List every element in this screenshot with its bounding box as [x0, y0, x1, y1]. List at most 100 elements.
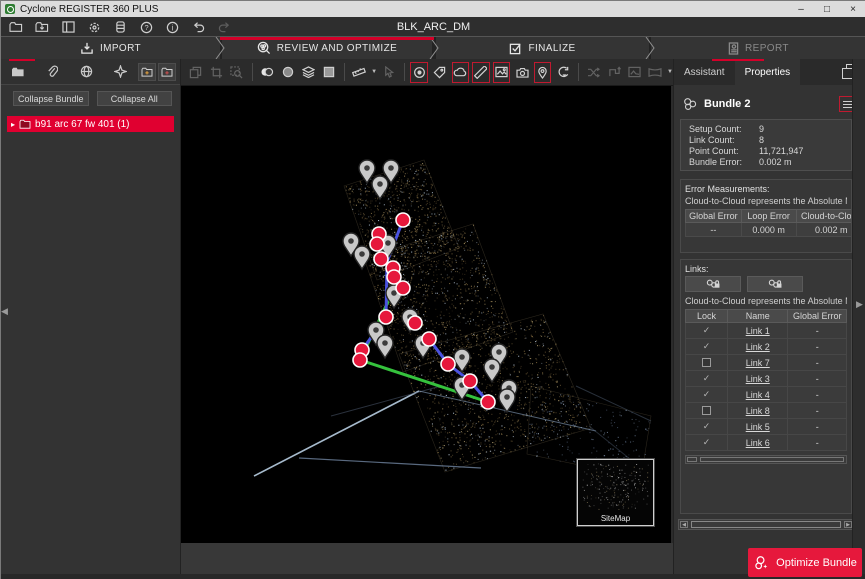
setup-marker[interactable] [379, 310, 393, 324]
close-button[interactable]: × [840, 1, 865, 17]
target-pin-icon[interactable] [372, 176, 388, 199]
setup-marker[interactable] [422, 332, 436, 346]
setup-marker[interactable] [370, 237, 384, 251]
select-cursor-icon[interactable] [380, 62, 398, 83]
import-project-icon[interactable] [31, 18, 53, 36]
link-global-error: - [788, 419, 847, 435]
tags-tab-spark-icon[interactable] [103, 59, 137, 85]
link-name[interactable]: Link 5 [746, 422, 770, 432]
help-icon[interactable]: ? [135, 18, 157, 36]
setup-marker[interactable] [396, 281, 410, 295]
field-value: 9 [759, 124, 764, 134]
lock-checkbox[interactable] [702, 358, 711, 367]
setup-marker[interactable] [353, 353, 367, 367]
lock-checkbox[interactable] [702, 406, 711, 415]
shuffle-links-icon[interactable] [585, 62, 603, 83]
setup-marker[interactable] [408, 316, 422, 330]
storage-icon[interactable] [109, 18, 131, 36]
link-name[interactable]: Link 6 [746, 438, 770, 448]
settings-gear-icon[interactable] [83, 18, 105, 36]
expand-arrow-icon[interactable]: ▸ [11, 120, 15, 129]
target-pin-icon[interactable] [484, 359, 500, 382]
scroll-left-arrow-icon[interactable]: ◀ [680, 521, 688, 528]
zoom-region-icon[interactable] [228, 62, 246, 83]
add-folder-alt-icon[interactable] [158, 63, 176, 81]
lock-check-icon[interactable]: ✓ [703, 389, 711, 400]
window-bottom-strip [1, 574, 865, 579]
setup-marker[interactable] [441, 357, 455, 371]
target-pin-icon[interactable] [377, 335, 393, 358]
camera-icon[interactable] [513, 62, 531, 83]
lock-check-icon[interactable]: ✓ [703, 421, 711, 432]
path-icon[interactable] [605, 62, 623, 83]
point-colors-icon[interactable] [259, 62, 277, 83]
unlock-links-button[interactable] [747, 276, 803, 292]
setup-marker[interactable] [463, 374, 477, 388]
workflow-step-import[interactable]: IMPORT [1, 37, 220, 59]
bundle-tree-item[interactable]: ▸ b91 arc 67 fw 401 (1) [7, 116, 174, 132]
collapse-left-panel-arrow-icon[interactable]: ◀ [1, 306, 8, 317]
add-folder-icon[interactable] [138, 63, 156, 81]
sitemap-overlay[interactable]: SiteMap [577, 459, 654, 526]
link-name[interactable]: Link 7 [746, 358, 770, 368]
panorama-icon[interactable] [646, 62, 664, 83]
workflow-step-finalize[interactable]: FINALIZE [436, 37, 649, 59]
link-name[interactable]: Link 8 [746, 406, 770, 416]
target-pin-icon[interactable] [454, 349, 470, 372]
about-icon[interactable]: i [161, 18, 183, 36]
manage-panels-icon[interactable] [57, 18, 79, 36]
image-frame-icon[interactable] [626, 62, 644, 83]
measure-dropdown-icon[interactable]: ▼ [371, 69, 377, 75]
attachments-tab-paperclip-icon[interactable] [35, 59, 69, 85]
measure-tool-icon[interactable] [351, 62, 369, 83]
undo-icon[interactable] [187, 18, 209, 36]
labels-tag-icon[interactable] [431, 62, 449, 83]
tab-assistant[interactable]: Assistant [674, 59, 735, 85]
panel-horizontal-scrollbar[interactable]: ◀ ▶ [678, 519, 854, 530]
optimize-bundle-button[interactable]: Optimize Bundle [748, 548, 862, 577]
minimize-button[interactable]: – [788, 1, 814, 17]
link-name[interactable]: Link 2 [746, 342, 770, 352]
link-name[interactable]: Link 3 [746, 374, 770, 384]
link-name[interactable]: Link 4 [746, 390, 770, 400]
open-project-icon[interactable] [5, 18, 27, 36]
point-cloud-viewport[interactable]: SiteMap [181, 86, 671, 543]
web-tab-globe-icon[interactable] [69, 59, 103, 85]
point-cloud-icon[interactable] [452, 62, 470, 83]
measurements-icon[interactable] [472, 62, 490, 83]
orbit-icon[interactable] [554, 62, 572, 83]
lock-check-icon[interactable]: ✓ [703, 373, 711, 384]
setup-marker[interactable] [481, 395, 495, 409]
lock-check-icon[interactable]: ✓ [703, 325, 711, 336]
geotags-pin-icon[interactable] [534, 62, 552, 83]
chevron-separator-icon [643, 37, 659, 59]
workflow-step-report[interactable]: REPORT [651, 37, 865, 59]
collapse-bundle-button[interactable]: Collapse Bundle [13, 91, 89, 106]
tab-properties[interactable]: Properties [735, 59, 801, 85]
copy-icon[interactable] [187, 62, 205, 83]
project-tab[interactable]: BLK_ARC_DM [397, 21, 470, 33]
intensity-icon[interactable] [279, 62, 297, 83]
setup-marker[interactable] [396, 213, 410, 227]
lock-links-button[interactable] [685, 276, 741, 292]
scroll-right-arrow-icon[interactable]: ▶ [844, 521, 852, 528]
crop-icon[interactable] [208, 62, 226, 83]
target-pin-icon[interactable] [499, 389, 515, 412]
lock-check-icon[interactable]: ✓ [703, 437, 711, 448]
layers-icon[interactable] [300, 62, 318, 83]
images-icon[interactable] [493, 62, 511, 83]
links-horizontal-scrollbar[interactable] [685, 455, 847, 464]
workflow-step-review-optimize[interactable]: REVIEW AND OPTIMIZE [222, 37, 432, 59]
collapse-right-panel-arrow-icon[interactable]: ▶ [856, 299, 863, 310]
target-pin-icon[interactable] [354, 246, 370, 269]
flat-view-icon[interactable] [320, 62, 338, 83]
collapse-all-button[interactable]: Collapse All [97, 91, 173, 106]
project-explorer-tab-folder-icon[interactable] [1, 59, 35, 85]
links-box: Links: Cloud-to-Cloud represents the Abs… [680, 259, 852, 514]
lock-check-icon[interactable]: ✓ [703, 341, 711, 352]
setup-markers-icon[interactable] [410, 62, 428, 83]
maximize-button[interactable]: □ [814, 1, 840, 17]
redo-icon[interactable] [213, 18, 235, 36]
setup-marker[interactable] [374, 252, 388, 266]
link-name[interactable]: Link 1 [746, 326, 770, 336]
